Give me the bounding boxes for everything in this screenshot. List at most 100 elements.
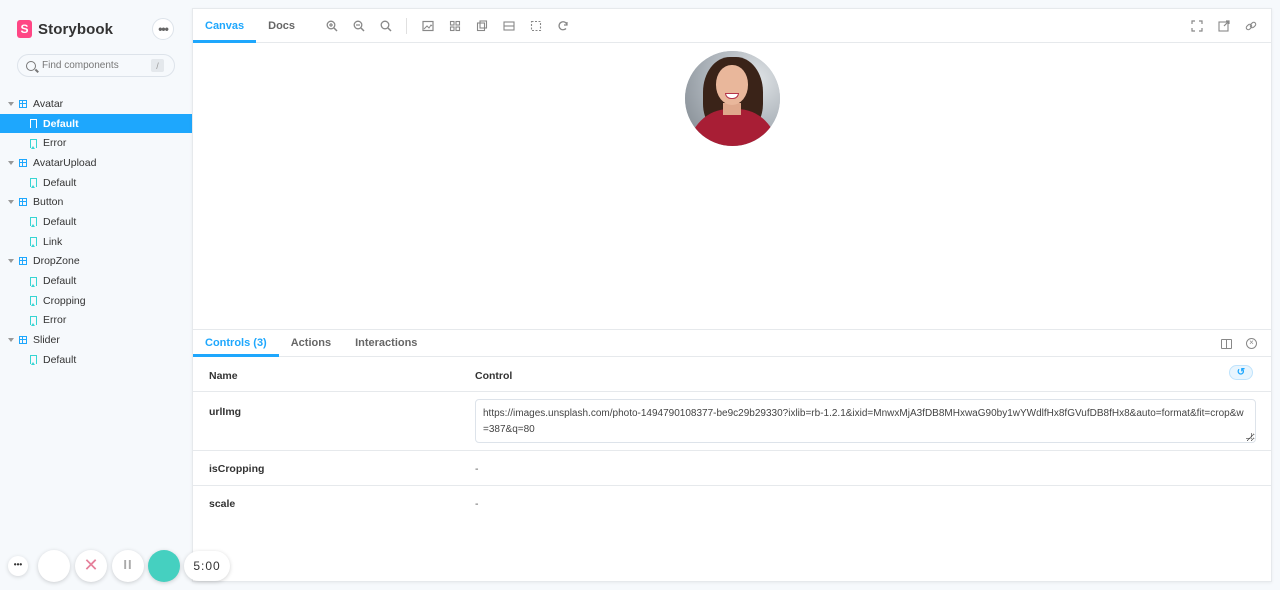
tree-item-label: Error <box>43 137 67 150</box>
story-tree: Avatar Default Error AvatarUpload Default But… <box>0 94 192 370</box>
bookmark-icon <box>30 315 37 326</box>
component-icon <box>19 336 27 345</box>
sidebar-group-avatarupload[interactable]: AvatarUpload <box>0 153 192 173</box>
chevron-down-icon <box>8 338 14 343</box>
bookmark-icon <box>30 119 37 130</box>
tree-item-label: Button <box>33 196 64 209</box>
sidebar-story-default[interactable]: Default <box>0 350 192 370</box>
chevron-down-icon <box>8 160 14 165</box>
tab-canvas[interactable]: Canvas <box>193 9 257 43</box>
recorder-cancel-icon[interactable]: ✕ <box>75 550 107 582</box>
refresh-icon[interactable] <box>556 19 569 32</box>
background-icon[interactable] <box>421 19 434 32</box>
sidebar-group-slider[interactable]: Slider <box>0 330 192 350</box>
grid-icon[interactable] <box>448 19 461 32</box>
recorder-placeholder-button[interactable] <box>38 550 70 582</box>
addons-panel: Controls (3) Actions Interactions × Name… <box>193 329 1271 583</box>
outline-icon[interactable] <box>529 19 542 32</box>
tab-docs[interactable]: Docs <box>256 9 307 42</box>
tree-item-label: DropZone <box>33 255 80 268</box>
tree-item-label: Slider <box>33 334 60 347</box>
recorder-record-button[interactable] <box>148 550 180 582</box>
preview-toolbar: Canvas Docs <box>193 9 1271 43</box>
zoom-in-icon[interactable] <box>325 19 338 32</box>
search-placeholder: Find components <box>42 60 119 71</box>
sidebar-group-dropzone[interactable]: DropZone <box>0 252 192 272</box>
control-name: urlImg <box>209 406 242 418</box>
tab-controls[interactable]: Controls (3) <box>193 330 279 357</box>
avatar-image <box>685 51 780 146</box>
sidebar: S Storybook ••• Find components / Avatar… <box>0 0 192 590</box>
fullscreen-icon[interactable] <box>1190 20 1203 33</box>
panel-orientation-icon[interactable] <box>1221 338 1232 349</box>
resize-grip-icon[interactable] <box>1246 433 1252 439</box>
bookmark-icon <box>30 296 37 307</box>
copy-link-icon[interactable] <box>1244 20 1257 33</box>
zoom-reset-icon[interactable] <box>379 19 392 32</box>
viewport-icon[interactable] <box>475 19 488 32</box>
brand-name: Storybook <box>38 20 114 38</box>
table-row: isCropping - <box>193 451 1271 486</box>
tree-item-label: Link <box>43 235 63 248</box>
toolbar-divider <box>406 17 408 34</box>
bookmark-icon <box>30 237 37 248</box>
search-icon <box>26 60 36 71</box>
storybook-logo-icon: S <box>17 20 32 38</box>
sidebar-story-default[interactable]: Default <box>0 271 192 291</box>
story-canvas <box>193 43 1271 329</box>
control-name: isCropping <box>209 463 265 475</box>
recorder-menu-button[interactable]: ••• <box>8 556 28 576</box>
bookmark-icon <box>30 178 37 189</box>
control-name: scale <box>209 498 236 510</box>
close-panel-icon[interactable]: × <box>1246 338 1257 349</box>
tab-actions[interactable]: Actions <box>279 330 343 356</box>
recorder-pause-icon[interactable]: II <box>112 550 144 582</box>
recorder-timer: 5:00 <box>184 551 230 581</box>
sidebar-story-default[interactable]: Default <box>0 113 192 134</box>
tree-item-label: Default <box>43 275 77 288</box>
tree-item-label: Error <box>43 314 67 327</box>
sidebar-story-error[interactable]: Error <box>0 311 192 331</box>
tree-item-label: Cropping <box>43 294 86 307</box>
search-input[interactable]: Find components / <box>17 54 175 77</box>
tab-interactions[interactable]: Interactions <box>343 330 429 356</box>
sidebar-menu-button[interactable]: ••• <box>152 18 174 40</box>
bookmark-icon <box>30 276 37 287</box>
sidebar-story-cropping[interactable]: Cropping <box>0 291 192 311</box>
storybook-brand[interactable]: S Storybook <box>17 19 113 39</box>
component-icon <box>19 198 27 207</box>
controls-table-header: Name Control ↺ <box>193 357 1271 392</box>
component-icon <box>19 257 27 266</box>
sidebar-story-default[interactable]: Default <box>0 212 192 232</box>
sidebar-story-link[interactable]: Link <box>0 232 192 252</box>
chevron-down-icon <box>8 259 14 264</box>
chevron-down-icon <box>8 200 14 205</box>
table-row: urlImg https://images.unsplash.com/photo… <box>193 392 1271 451</box>
sidebar-group-avatar[interactable]: Avatar <box>0 94 192 114</box>
component-icon <box>19 158 27 167</box>
tree-item-label: Default <box>43 215 77 228</box>
zoom-out-icon[interactable] <box>352 19 365 32</box>
tree-item-label: AvatarUpload <box>33 156 97 169</box>
addon-tabs: Controls (3) Actions Interactions × <box>193 330 1271 357</box>
sidebar-story-default[interactable]: Default <box>0 173 192 193</box>
measure-icon[interactable] <box>502 19 515 32</box>
urlimg-value: https://images.unsplash.com/photo-149479… <box>483 408 1244 435</box>
tree-item-label: Avatar <box>33 97 64 110</box>
bookmark-icon <box>30 217 37 228</box>
tree-item-label: Default <box>43 353 77 366</box>
reset-controls-button[interactable]: ↺ <box>1229 365 1253 380</box>
bookmark-icon <box>30 355 37 366</box>
control-value: - <box>475 498 479 510</box>
search-shortcut-key: / <box>151 59 164 72</box>
column-control-header: Control <box>475 370 513 382</box>
control-value: - <box>475 463 479 475</box>
column-name-header: Name <box>209 370 238 382</box>
table-row: scale - <box>193 486 1271 521</box>
sidebar-story-error[interactable]: Error <box>0 133 192 153</box>
open-new-tab-icon[interactable] <box>1217 20 1230 33</box>
tree-item-label: Default <box>43 117 79 130</box>
bookmark-icon <box>30 138 37 149</box>
sidebar-group-button[interactable]: Button <box>0 192 192 212</box>
urlimg-textarea[interactable]: https://images.unsplash.com/photo-149479… <box>475 399 1256 443</box>
